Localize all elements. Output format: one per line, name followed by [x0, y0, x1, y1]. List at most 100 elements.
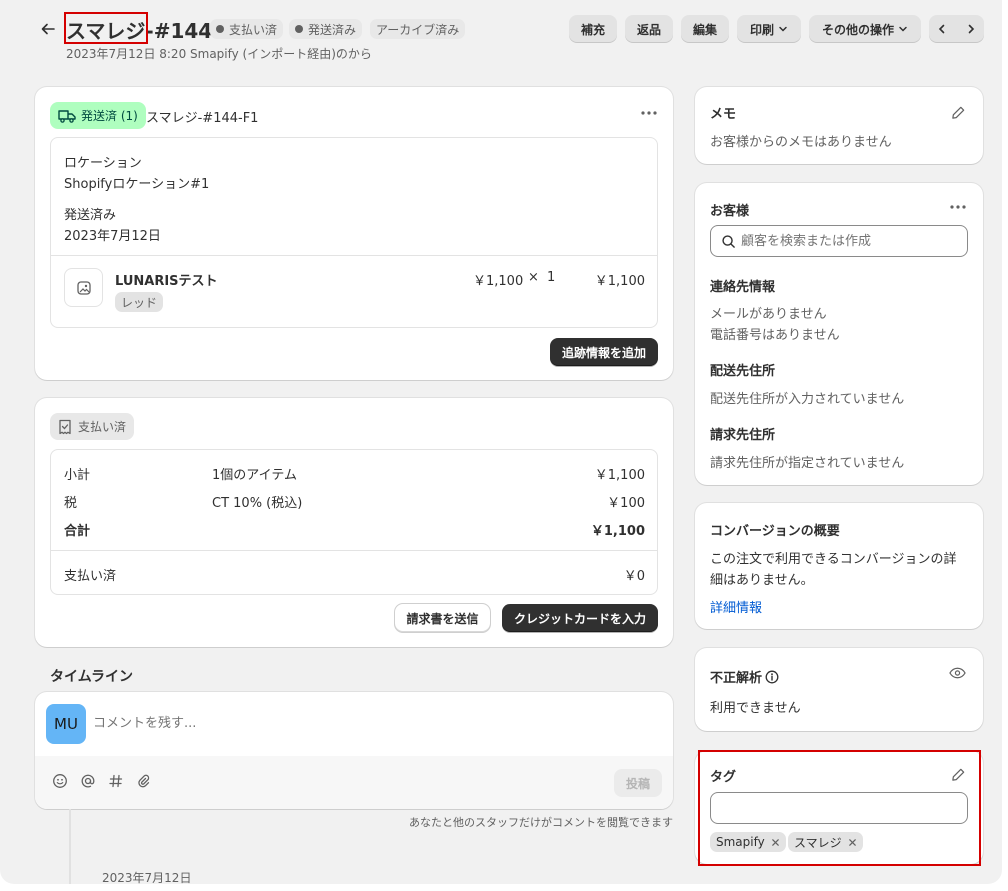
- hashtag-icon[interactable]: [107, 772, 125, 790]
- total-amount: ￥1,100: [590, 524, 645, 539]
- avatar: MU: [46, 704, 86, 744]
- tags-input[interactable]: [710, 792, 968, 824]
- shipping-address-title: 配送先住所: [710, 364, 776, 379]
- timeline-date: 2023年7月12日: [102, 871, 192, 884]
- subtotal-amount: ￥1,100: [594, 468, 645, 483]
- info-icon[interactable]: [765, 670, 779, 684]
- enter-card-button[interactable]: クレジットカードを入力: [502, 604, 658, 632]
- memo-card: メモ お客様からのメモはありません: [695, 87, 983, 164]
- fraud-text: 利用できません: [710, 701, 801, 716]
- item-quantity: 1: [547, 270, 556, 285]
- tag-chip: スマレジ: [788, 832, 863, 852]
- remove-tag-icon[interactable]: [848, 838, 857, 847]
- item-total: ￥1,100: [594, 274, 645, 289]
- order-detail-page: スマレジ-#144 支払い済 発送済み アーカイブ済み 2023年7月12日 8…: [0, 0, 1002, 884]
- add-tracking-button[interactable]: 追跡情報を追加: [550, 338, 658, 366]
- page-title-store: スマレジ: [66, 19, 146, 43]
- customer-search-field[interactable]: [710, 225, 968, 257]
- location-value: Shopifyロケーション#1: [64, 177, 210, 192]
- divider: [51, 550, 657, 551]
- order-subtitle: 2023年7月12日 8:20 Smapify (インポート経由)のから: [66, 47, 372, 61]
- status-dot-icon: [216, 25, 224, 33]
- payment-summary: 小計 1個のアイテム ￥1,100 税 CT 10% (税込) ￥100 合計 …: [50, 449, 658, 595]
- memo-text: お客様からのメモはありません: [710, 135, 892, 150]
- comment-input[interactable]: [93, 710, 653, 736]
- comment-visibility-note: あなたと他のスタッフだけがコメントを閲覧できます: [409, 816, 673, 829]
- item-unit-price: ￥1,100: [473, 274, 524, 289]
- chevron-down-icon: [779, 26, 787, 32]
- fraud-analysis-card: 不正解析 利用できません: [695, 648, 983, 731]
- fulfilled-badge: 発送済 (1): [50, 102, 146, 129]
- more-horizontal-icon[interactable]: [946, 197, 970, 217]
- fulfillment-details: ロケーション Shopifyロケーション#1 発送済み 2023年7月12日 L…: [50, 137, 658, 328]
- conversion-details-link[interactable]: 詳細情報: [710, 597, 762, 616]
- timeline-line: [69, 809, 71, 884]
- pencil-icon[interactable]: [947, 101, 969, 123]
- customer-title: お客様: [710, 204, 750, 219]
- timeline-title: タイムライン: [50, 669, 134, 685]
- paid-amount: ￥0: [623, 569, 645, 584]
- search-icon: [722, 235, 735, 248]
- product-thumbnail[interactable]: [64, 268, 103, 307]
- chevron-right-icon[interactable]: [965, 23, 977, 35]
- delivery-truck-icon: [58, 109, 76, 123]
- conversion-text-line2: 細はありません。: [710, 573, 814, 588]
- attachment-icon[interactable]: [135, 772, 153, 790]
- chevron-left-icon[interactable]: [936, 23, 948, 35]
- tax-desc: CT 10% (税込): [212, 496, 303, 511]
- edit-button[interactable]: 編集: [681, 15, 729, 43]
- receipt-check-icon: [59, 419, 71, 434]
- fraud-title: 不正解析: [710, 667, 779, 686]
- customer-search-input[interactable]: [741, 230, 961, 252]
- no-phone-text: 電話番号はありません: [710, 328, 840, 343]
- memo-title: メモ: [710, 107, 737, 122]
- payment-status-badge: 支払い済: [210, 19, 284, 39]
- conversion-card: コンバージョンの概要 この注文で利用できるコンバージョンの詳 細はありません。 …: [695, 503, 983, 629]
- print-button[interactable]: 印刷: [737, 15, 801, 43]
- tax-label: 税: [64, 496, 78, 511]
- total-label: 合計: [64, 524, 91, 539]
- return-button[interactable]: 返品: [625, 15, 673, 43]
- billing-address-title: 請求先住所: [710, 428, 776, 443]
- contact-title: 連絡先情報: [710, 280, 776, 295]
- page-title-order: -#144: [145, 19, 213, 43]
- image-placeholder-icon: [76, 280, 91, 295]
- remove-tag-icon[interactable]: [771, 838, 780, 847]
- customer-card: お客様 連絡先情報 メールがありません 電話番号はありません 配送先住所 配送先…: [695, 183, 983, 485]
- more-actions-button[interactable]: その他の操作: [809, 15, 921, 43]
- tax-amount: ￥100: [607, 496, 645, 511]
- tags-title: タグ: [710, 770, 737, 785]
- item-times: ×: [528, 270, 539, 285]
- emoji-icon[interactable]: [51, 772, 69, 790]
- payment-card: 支払い済 小計 1個のアイテム ￥1,100 税 CT 10% (税込) ￥10…: [35, 398, 673, 647]
- fulfillment-id: スマレジ-#144-F1: [146, 111, 259, 126]
- subtotal-desc: 1個のアイテム: [212, 468, 297, 483]
- divider: [51, 255, 657, 256]
- subtotal-label: 小計: [64, 468, 91, 483]
- shipped-label: 発送済み: [64, 208, 117, 223]
- send-invoice-button[interactable]: 請求書を送信: [395, 604, 490, 632]
- conversion-title: コンバージョンの概要: [710, 524, 840, 539]
- mention-icon[interactable]: [79, 772, 97, 790]
- conversion-text-line1: この注文で利用できるコンバージョンの詳: [710, 552, 957, 567]
- no-email-text: メールがありません: [710, 307, 827, 322]
- fulfillment-status-badge: 発送済み: [289, 19, 363, 39]
- restock-button[interactable]: 補充: [569, 15, 617, 43]
- back-arrow-icon[interactable]: [38, 18, 58, 40]
- pencil-icon[interactable]: [947, 763, 969, 785]
- product-name[interactable]: LUNARISテスト: [115, 270, 218, 289]
- shipping-address-text: 配送先住所が入力されていません: [710, 392, 905, 407]
- billing-address-text: 請求先住所が指定されていません: [710, 456, 905, 471]
- tags-card: タグ Smapify スマレジ: [695, 751, 983, 864]
- page-title: スマレジ-#144: [66, 15, 212, 44]
- comment-box: MU 投稿: [35, 692, 673, 809]
- comment-toolbar: [35, 756, 673, 809]
- eye-icon[interactable]: [946, 662, 968, 684]
- archived-status-badge: アーカイブ済み: [370, 19, 466, 39]
- shipped-date: 2023年7月12日: [64, 229, 161, 244]
- more-horizontal-icon[interactable]: [637, 103, 661, 123]
- post-button[interactable]: 投稿: [614, 769, 662, 797]
- variant-badge: レッド: [115, 292, 164, 312]
- paid-badge: 支払い済: [50, 413, 135, 440]
- status-dot-icon: [295, 25, 303, 33]
